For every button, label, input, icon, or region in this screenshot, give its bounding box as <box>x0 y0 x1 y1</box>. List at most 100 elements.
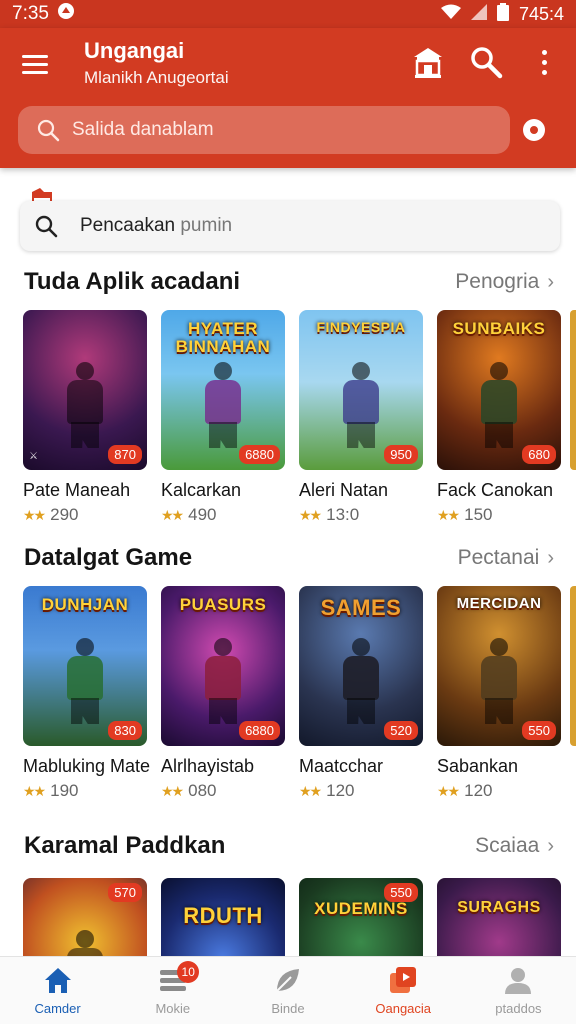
section-recommended: Karamal Paddkan Scaiaa › 570 RDUTH XUDEMI… <box>0 832 576 956</box>
art-title: MERCIDAN <box>456 595 542 612</box>
art-title: SUNBAIKS <box>452 319 546 338</box>
app-thumbnail: PUASURS 6880 <box>161 586 285 746</box>
app-name: Aleri Natan <box>299 480 389 500</box>
search-button[interactable] <box>466 42 506 82</box>
app-name: Sabankan <box>437 756 519 776</box>
status-bar: 7:35 745:4 <box>0 0 576 28</box>
app-card[interactable]: RDUTH <box>161 878 285 956</box>
app-name: Kalcarkan <box>161 480 242 500</box>
top-search-input[interactable]: Salida danablam <box>18 106 510 154</box>
section-see-more-link[interactable]: Scaiaa › <box>475 834 554 858</box>
star-rating-icon: ★★ <box>299 506 322 523</box>
app-name: Fack Canokan <box>437 480 554 500</box>
app-thumbnail: SURAGHS <box>437 878 561 956</box>
app-card[interactable]: ⚔ 870 Pate Maneah ★★ 290 <box>23 310 147 525</box>
app-card[interactable]: SAMES 520 Maatcchar ★★ 120 <box>299 586 423 801</box>
app-card[interactable]: SUNBAIKS 680 Fack Canokan ★★ 150 <box>437 310 561 525</box>
star-rating-icon: ★★ <box>23 506 46 523</box>
content-search-text: Pencaakan <box>80 215 176 236</box>
price-tag: 550 <box>384 883 418 902</box>
app-card[interactable]: DUNHJAN 830 Mabluking Mate ★★ 190 <box>23 586 151 801</box>
app-thumbnail: FINDYESPIA 950 <box>299 310 423 470</box>
battery-icon <box>496 2 509 26</box>
content-search-placeholder: pumin <box>180 215 233 236</box>
star-rating-icon: ★★ <box>437 782 460 799</box>
rating-value: 13:0 <box>326 505 360 524</box>
search-icon <box>35 215 58 238</box>
title-block: Ungangai Mlanikh Anugeortai <box>84 38 229 88</box>
star-rating-icon: ★★ <box>437 506 460 523</box>
app-thumbnail: 570 <box>23 878 147 956</box>
star-rating-icon: ★★ <box>161 782 184 799</box>
nav-label: Camder <box>34 1001 81 1016</box>
section-see-more-link[interactable]: Penogria › <box>455 270 554 294</box>
app-name: Alrlhayistab <box>161 756 255 776</box>
search-icon <box>37 119 60 142</box>
art-title: SAMES <box>320 595 402 620</box>
main-content: Pencaakan pumin Tuda Aplik acadani Penog… <box>0 168 576 956</box>
app-thumbnail: MERCIDAN 550 <box>437 586 561 746</box>
rating-value: 120 <box>464 781 493 800</box>
chevron-right-icon: › <box>547 834 554 857</box>
art-title: DUNHJAN <box>41 595 129 614</box>
price-tag: 520 <box>384 721 418 740</box>
menu-button[interactable] <box>22 50 56 78</box>
menu-icon <box>22 55 48 58</box>
app-thumbnail: DUNHJAN 830 <box>23 586 147 746</box>
leaf-icon <box>273 965 303 995</box>
nav-label: Oangacia <box>375 1001 432 1016</box>
price-tag: 6880 <box>239 445 280 464</box>
nav-item-list[interactable]: 10 Mokie <box>115 957 230 1024</box>
app-thumbnail: XUDEMINS 550 <box>299 878 423 956</box>
signal-icon <box>470 3 487 25</box>
chevron-right-icon: › <box>547 546 554 569</box>
art-title: FINDYESPIA <box>316 319 406 335</box>
app-card[interactable]: SURAGHS <box>437 878 561 956</box>
content-search-input[interactable]: Pencaakan pumin <box>20 201 560 251</box>
more-button[interactable] <box>524 42 564 82</box>
app-card[interactable]: HYATER BINNAHAN 6880 Kalcarkan ★★ 490 <box>161 310 285 525</box>
app-name: Maatcchar <box>299 756 384 776</box>
next-card-peek <box>570 586 576 746</box>
star-rating-icon: ★★ <box>299 782 322 799</box>
nav-label: ptaddos <box>495 1001 542 1016</box>
section-title: Datalgat Game <box>24 544 193 571</box>
star-rating-icon: ★★ <box>161 506 184 523</box>
star-rating-icon: ★★ <box>23 782 46 799</box>
notification-badge: 10 <box>177 961 200 983</box>
app-title: Ungangai <box>84 38 185 63</box>
search-icon <box>471 47 503 79</box>
more-vert-icon <box>541 49 547 75</box>
mic-icon <box>523 119 545 141</box>
store-button[interactable] <box>408 42 448 82</box>
nav-item-video[interactable]: Oangacia <box>346 957 461 1024</box>
art-title: HYATER BINNAHAN <box>175 319 271 356</box>
nav-item-leaf[interactable]: Binde <box>230 957 345 1024</box>
app-card[interactable]: FINDYESPIA 950 Aleri Natan ★★ 13:0 <box>299 310 423 525</box>
mic-button[interactable] <box>512 108 556 152</box>
bottom-navigation: Camder 10 Mokie Binde Oangacia ptaddos <box>0 956 576 1024</box>
app-bar: Ungangai Mlanikh Anugeortai Salida danab… <box>0 28 576 168</box>
price-tag: 870 <box>108 445 142 464</box>
nav-item-profile[interactable]: ptaddos <box>461 957 576 1024</box>
price-tag: 550 <box>522 721 556 740</box>
section-games: Datalgat Game Pectanai › DUNHJAN 830 Mabl… <box>0 544 576 800</box>
app-card[interactable]: XUDEMINS 550 <box>299 878 423 956</box>
app-card[interactable]: MERCIDAN 550 Sabankan ★★ 120 <box>437 586 561 801</box>
app-card[interactable]: PUASURS 6880 Alrlhayistab ★★ 080 <box>161 586 285 801</box>
price-tag: 950 <box>384 445 418 464</box>
nav-label: Mokie <box>155 1001 191 1016</box>
app-card[interactable]: 570 <box>23 878 147 956</box>
rating-value: 120 <box>326 781 355 800</box>
section-see-more-link[interactable]: Pectanai › <box>458 546 554 570</box>
app-thumbnail: SAMES 520 <box>299 586 423 746</box>
home-icon <box>43 965 73 995</box>
app-notification-icon <box>57 2 75 26</box>
art-title: XUDEMINS <box>314 899 408 918</box>
app-name: Mabluking Mate <box>23 756 151 776</box>
status-time: 7:35 <box>12 3 49 24</box>
rating-value: 490 <box>188 505 217 524</box>
art-title: RDUTH <box>183 903 263 928</box>
nav-item-home[interactable]: Camder <box>0 957 115 1024</box>
rating-value: 080 <box>188 781 217 800</box>
